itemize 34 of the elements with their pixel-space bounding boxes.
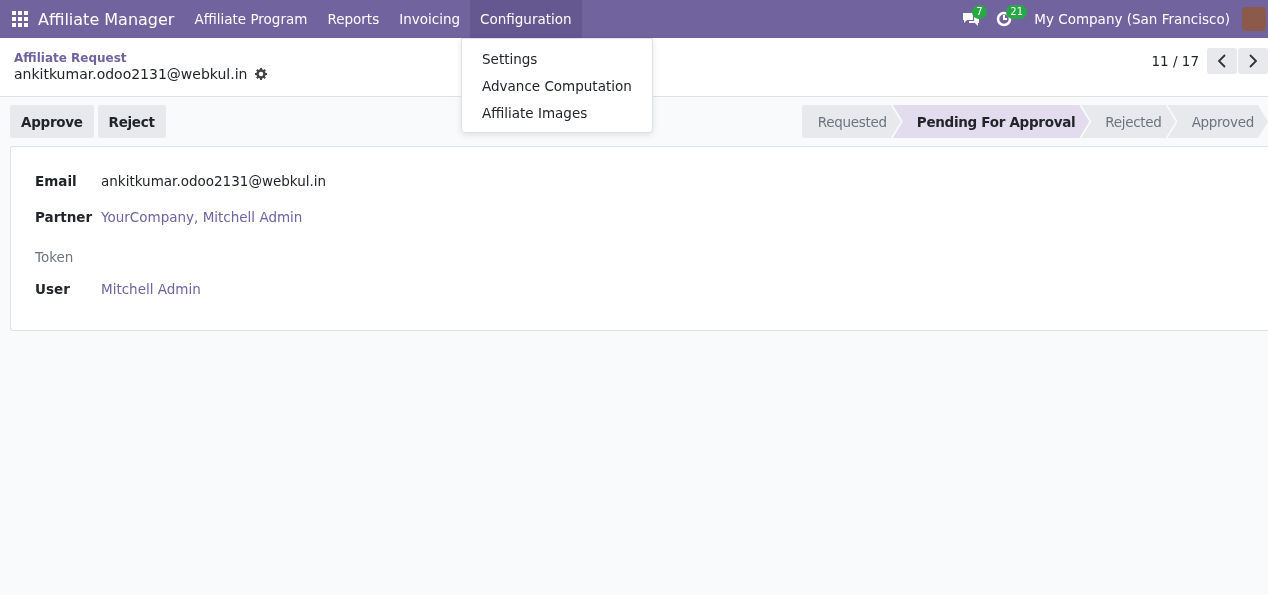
dropdown-item[interactable]: Settings <box>462 45 652 72</box>
status-stage[interactable]: Pending For Approval <box>892 105 1090 138</box>
clock-icon[interactable] <box>996 11 1013 27</box>
settings-icon[interactable] <box>255 67 268 80</box>
status-stage[interactable]: Requested <box>801 105 901 138</box>
breadcrumb-link[interactable]: Affiliate Request <box>14 50 268 65</box>
menu-item[interactable]: Affiliate Program <box>184 0 318 38</box>
status-stage[interactable]: Approved <box>1167 105 1268 138</box>
menu-item[interactable]: Invoicing <box>389 0 470 38</box>
company-switcher[interactable]: My Company (San Francisco) <box>1034 11 1230 27</box>
apps-menu-icon[interactable] <box>12 11 28 27</box>
chevron-left-icon <box>1217 54 1227 68</box>
dropdown-item[interactable]: Affiliate Images <box>462 99 652 126</box>
action-button[interactable]: Approve <box>10 105 94 138</box>
previous-button[interactable] <box>1207 48 1237 74</box>
field-label: Partner <box>35 208 94 227</box>
record-title: ankitkumar.odoo2131@webkul.in <box>14 65 248 82</box>
pager-value[interactable]: 11 / 17 <box>1151 53 1199 69</box>
count-badge: 21 <box>1006 5 1027 19</box>
field-value: ankitkumar.odoo2131@webkul.in <box>101 172 327 191</box>
dropdown-item[interactable]: Advance Computation <box>462 72 652 99</box>
field-link[interactable]: YourCompany, Mitchell Admin <box>101 207 303 243</box>
field-label: Token <box>35 248 75 267</box>
field-label: Email <box>35 172 78 191</box>
action-button[interactable]: Reject <box>97 105 166 138</box>
chevron-right-icon <box>1248 54 1258 68</box>
menu-item[interactable]: Configuration <box>470 0 582 38</box>
field-label: User <box>35 280 71 299</box>
field-link[interactable]: Mitchell Admin <box>101 279 201 315</box>
menu-item[interactable]: Reports <box>317 0 390 38</box>
next-button[interactable] <box>1238 48 1268 74</box>
count-badge: 7 <box>972 5 987 19</box>
status-stage[interactable]: Rejected <box>1081 105 1176 138</box>
app-title[interactable]: Affiliate Manager <box>38 9 175 29</box>
